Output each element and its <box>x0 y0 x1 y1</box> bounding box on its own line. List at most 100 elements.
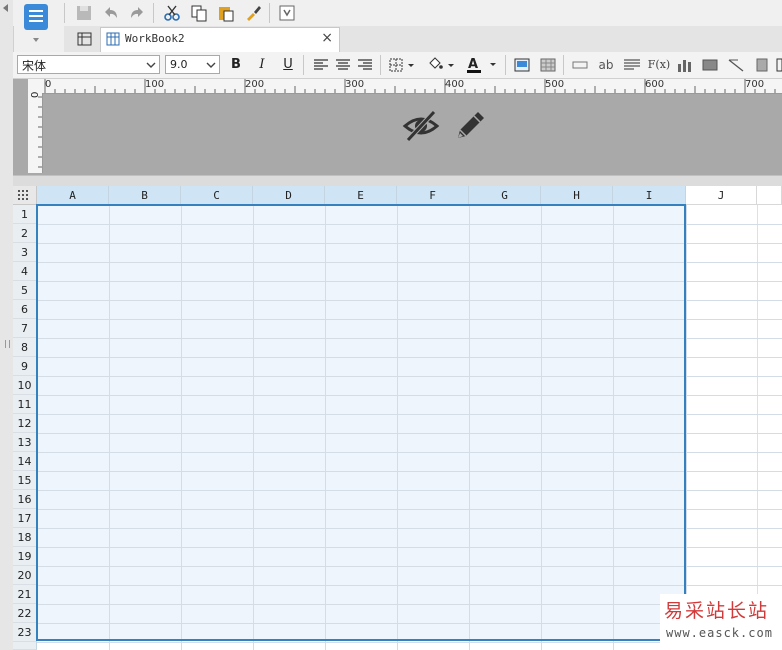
rectangle-shape-icon[interactable] <box>700 55 720 74</box>
ruler-label: 500 <box>545 79 565 90</box>
row-header[interactable]: 6 <box>13 300 37 319</box>
column-header-f[interactable]: F <box>397 186 469 205</box>
sheet-grid-icon[interactable] <box>76 30 94 48</box>
column-header-i[interactable]: I <box>613 186 686 205</box>
template-logo-icon[interactable] <box>24 4 48 30</box>
underline-button[interactable]: U <box>280 55 296 74</box>
grid-col-line <box>613 205 614 650</box>
redo-icon[interactable] <box>126 2 148 24</box>
overflow-icon[interactable] <box>776 55 782 74</box>
column-header-c[interactable]: C <box>181 186 253 205</box>
row-header[interactable]: 5 <box>13 281 37 300</box>
text-field-icon[interactable] <box>570 55 590 74</box>
font-size-select[interactable]: 9.0 <box>165 55 220 74</box>
slash-line-icon[interactable] <box>726 55 746 74</box>
text-ab-button[interactable]: ab <box>596 55 616 74</box>
edit-pencil-icon[interactable] <box>454 108 488 142</box>
row-header[interactable]: 7 <box>13 319 37 338</box>
row-header[interactable]: 10 <box>13 376 37 395</box>
column-header-a[interactable]: A <box>37 186 109 205</box>
align-right-icon[interactable] <box>356 55 374 74</box>
grid-col-line <box>397 205 398 650</box>
row-header[interactable]: 14 <box>13 452 37 471</box>
row-header[interactable]: 23 <box>13 623 37 642</box>
column-header-e[interactable]: E <box>325 186 397 205</box>
row-header[interactable]: 20 <box>13 566 37 585</box>
row-header[interactable]: 19 <box>13 547 37 566</box>
grid-col-line <box>757 205 758 650</box>
row-header[interactable] <box>13 642 37 650</box>
chevron-down-icon[interactable] <box>203 56 219 73</box>
border-icon[interactable] <box>388 55 416 74</box>
ruler-label: 700 <box>745 79 765 90</box>
column-header-g[interactable]: G <box>469 186 541 205</box>
paragraph-icon[interactable] <box>622 55 642 74</box>
paste-icon[interactable] <box>215 2 237 24</box>
row-header[interactable]: 2 <box>13 224 37 243</box>
format-painter-icon[interactable] <box>242 2 264 24</box>
copy-icon[interactable] <box>188 2 210 24</box>
ruler-label: 0 <box>30 91 41 98</box>
bold-button[interactable]: B <box>228 55 244 74</box>
column-header-d[interactable]: D <box>253 186 325 205</box>
grid-col-line <box>253 205 254 650</box>
ruler-label: 600 <box>645 79 665 90</box>
watermark-cn: 易采站长站 <box>664 600 770 622</box>
row-header[interactable]: 16 <box>13 490 37 509</box>
grid-row-line <box>37 547 782 548</box>
image-cell-icon[interactable] <box>512 55 532 74</box>
select-all-corner[interactable] <box>13 186 37 205</box>
close-tab-icon[interactable]: × <box>321 30 333 46</box>
font-color-icon[interactable]: A <box>464 55 498 74</box>
merge-cells-icon[interactable] <box>538 55 558 74</box>
column-header-k[interactable] <box>757 186 782 205</box>
row-header[interactable]: 13 <box>13 433 37 452</box>
row-header[interactable]: 22 <box>13 604 37 623</box>
row-header[interactable]: 4 <box>13 262 37 281</box>
chevron-down-icon[interactable] <box>143 56 159 73</box>
selected-range[interactable] <box>37 205 686 641</box>
row-header[interactable]: 15 <box>13 471 37 490</box>
ruler-label: 0 <box>45 79 52 90</box>
font-family-select[interactable]: 宋体 <box>17 55 160 74</box>
row-header[interactable]: 8 <box>13 338 37 357</box>
column-header-b[interactable]: B <box>109 186 181 205</box>
splitter-grip-icon[interactable] <box>5 340 10 348</box>
toolbar-separator <box>269 3 270 23</box>
tab-workbook[interactable]: WorkBook2 × <box>100 27 340 52</box>
left-collapse-strip[interactable] <box>0 0 14 650</box>
save-icon[interactable] <box>73 2 95 24</box>
undo-icon[interactable] <box>100 2 122 24</box>
hide-eye-slash-icon[interactable] <box>402 110 440 142</box>
bar-chart-icon[interactable] <box>675 55 695 74</box>
column-header-j[interactable]: J <box>686 186 757 205</box>
fill-color-icon[interactable] <box>426 55 456 74</box>
toolbar-separator <box>380 55 381 75</box>
cut-icon[interactable] <box>161 2 183 24</box>
row-header[interactable]: 11 <box>13 395 37 414</box>
formula-button[interactable]: F(x) <box>648 55 670 74</box>
grid-row-line <box>37 281 782 282</box>
row-header[interactable]: 9 <box>13 357 37 376</box>
align-center-icon[interactable] <box>334 55 352 74</box>
toolbar-separator <box>64 3 65 23</box>
row-header[interactable]: 12 <box>13 414 37 433</box>
row-header[interactable]: 18 <box>13 528 37 547</box>
row-header[interactable]: 17 <box>13 509 37 528</box>
row-header[interactable]: 21 <box>13 585 37 604</box>
collapse-arrow-icon[interactable] <box>3 4 8 12</box>
preview-icon[interactable] <box>276 2 298 24</box>
row-header[interactable]: 3 <box>13 243 37 262</box>
sub-report-icon[interactable] <box>752 55 772 74</box>
grid-row-line <box>37 262 782 263</box>
logo-dropdown-icon[interactable] <box>33 38 39 42</box>
grid-row-line <box>37 414 782 415</box>
grid-col-line <box>325 205 326 650</box>
align-left-icon[interactable] <box>312 55 330 74</box>
tab-label: WorkBook2 <box>125 32 185 45</box>
italic-button[interactable]: I <box>254 55 270 74</box>
grid-row-line <box>37 224 782 225</box>
row-header[interactable]: 1 <box>13 205 37 224</box>
column-header-h[interactable]: H <box>541 186 613 205</box>
vertical-ruler: 0 <box>28 91 43 173</box>
